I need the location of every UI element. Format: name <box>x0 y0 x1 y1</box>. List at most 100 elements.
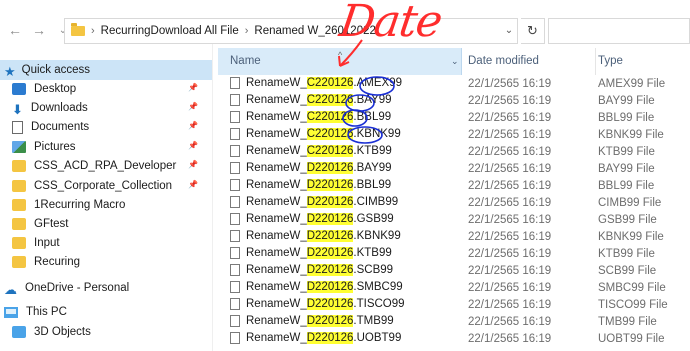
file-name-prefix: RenameW_ <box>246 162 307 174</box>
column-header-date-modified[interactable]: Date modified <box>468 48 596 75</box>
file-date-modified: 22/1/2565 16:19 <box>468 197 552 209</box>
column-header-type[interactable]: Type <box>598 48 690 75</box>
file-type: BAY99 File <box>598 95 655 107</box>
file-type: AMEX99 File <box>598 78 666 90</box>
file-name-date-highlight: D220126 <box>306 162 354 174</box>
address-dropdown-icon[interactable]: ⌄ <box>500 20 518 42</box>
file-type: KTB99 File <box>598 248 655 260</box>
file-name-date-highlight: D220126 <box>306 179 354 191</box>
sidebar-item-css-acd-rpa-developer[interactable]: CSS_ACD_RPA_Developer 📌 <box>0 156 212 176</box>
file-name[interactable]: RenameW_ D220126 .BBL99 <box>230 179 391 191</box>
file-name-extension: .KBNK99 <box>353 230 401 242</box>
file-name-prefix: RenameW_ <box>246 128 307 140</box>
document-icon <box>12 120 23 134</box>
back-arrow-icon[interactable]: ← <box>6 22 24 38</box>
sidebar-item-this-pc[interactable]: This PC <box>0 302 212 322</box>
sidebar-item-css-corporate-collection[interactable]: CSS_Corporate_Collection 📌 <box>0 176 212 196</box>
file-name[interactable]: RenameW_ D220126 .KBNK99 <box>230 230 401 242</box>
file-type: SCB99 File <box>598 265 657 277</box>
file-icon <box>230 315 240 327</box>
file-name-prefix: RenameW_ <box>246 281 307 293</box>
file-name[interactable]: RenameW_ D220126 .SCB99 <box>230 264 393 276</box>
file-name-extension: .KTB99 <box>353 247 392 259</box>
file-name[interactable]: RenameW_ D220126 .TISCO99 <box>230 298 405 310</box>
file-name-extension: .AMEX99 <box>353 77 402 89</box>
file-name[interactable]: RenameW_ D220126 .BAY99 <box>230 162 392 174</box>
sidebar-item-recuring[interactable]: Recuring <box>0 252 212 272</box>
column-header-name[interactable]: ^ Name ⌄ <box>218 48 462 75</box>
3d-objects-icon <box>12 326 26 338</box>
sidebar-item-label: CSS_ACD_RPA_Developer <box>34 160 177 172</box>
folder-icon <box>12 256 26 268</box>
search-input[interactable] <box>548 18 690 44</box>
breadcrumb-item-recurringdownload[interactable]: RecurringDownload All File <box>101 25 239 37</box>
file-name-date-highlight: D220126 <box>306 298 354 310</box>
file-type: UOBT99 File <box>598 333 665 345</box>
file-name-date-highlight: C220126 <box>306 145 354 157</box>
sidebar-item-documents[interactable]: Documents 📌 <box>0 117 212 137</box>
file-date-modified: 22/1/2565 16:19 <box>468 78 552 90</box>
file-type: BBL99 File <box>598 180 655 192</box>
file-icon <box>230 145 240 157</box>
sidebar-item-label: Pictures <box>34 141 76 153</box>
file-name-extension: .BBL99 <box>353 111 392 123</box>
file-name[interactable]: RenameW_ D220126 .CIMB99 <box>230 196 398 208</box>
file-date-modified: 22/1/2565 16:19 <box>468 146 552 158</box>
file-row[interactable]: RenameW_ D220126 .UOBT99 22/1/2565 16:19 UOB… <box>218 330 690 349</box>
file-type: GSB99 File <box>598 214 657 226</box>
forward-arrow-icon[interactable]: → <box>30 22 48 38</box>
chevron-right-icon[interactable]: › <box>245 25 249 37</box>
sidebar-item-1recurring-macro[interactable]: 1Recurring Macro <box>0 195 212 215</box>
file-name-date-highlight: C220126 <box>306 111 354 123</box>
sidebar-item-label: This PC <box>26 306 67 318</box>
file-name-extension: .BAY99 <box>353 94 392 106</box>
sidebar-item-downloads[interactable]: ⬇ Downloads 📌 <box>0 98 212 118</box>
pin-icon[interactable]: 📌 <box>188 102 198 111</box>
file-name[interactable]: RenameW_ D220126 .KTB99 <box>230 247 392 259</box>
file-date-modified: 22/1/2565 16:19 <box>468 129 552 141</box>
pin-icon[interactable]: 📌 <box>188 141 198 150</box>
pin-icon[interactable]: 📌 <box>188 121 198 130</box>
folder-icon <box>12 199 26 211</box>
refresh-button[interactable]: ↻ <box>521 18 545 44</box>
file-name[interactable]: RenameW_ D220126 .UOBT99 <box>230 332 401 344</box>
file-name[interactable]: RenameW_ D220126 .SMBC99 <box>230 281 403 293</box>
file-name-prefix: RenameW_ <box>246 145 307 157</box>
pin-icon[interactable]: 📌 <box>188 180 198 189</box>
sidebar-item-label: OneDrive - Personal <box>25 282 130 294</box>
file-icon <box>230 298 240 310</box>
breadcrumb[interactable]: › RecurringDownload All File › Renamed W… <box>64 18 518 44</box>
pane-divider[interactable] <box>212 44 213 351</box>
file-name[interactable]: RenameW_ D220126 .TMB99 <box>230 315 394 327</box>
file-name[interactable]: RenameW_ C220126 .KTB99 <box>230 145 392 157</box>
sidebar-item-3d-objects[interactable]: 3D Objects <box>0 322 212 342</box>
sidebar-item-input[interactable]: Input <box>0 233 212 253</box>
cloud-icon: ☁ <box>4 282 17 297</box>
sidebar-item-gftest[interactable]: GFtest <box>0 214 212 234</box>
pin-icon[interactable]: 📌 <box>188 83 198 92</box>
pin-icon[interactable]: 📌 <box>188 160 198 169</box>
sidebar-item-quick-access[interactable]: ★ Quick access <box>0 60 212 80</box>
sidebar-item-pictures[interactable]: Pictures 📌 <box>0 137 212 157</box>
file-name-extension: .TMB99 <box>353 315 394 327</box>
file-name[interactable]: RenameW_ D220126 .GSB99 <box>230 213 394 225</box>
file-name[interactable]: RenameW_ C220126 .BBL99 <box>230 111 391 123</box>
file-date-modified: 22/1/2565 16:19 <box>468 316 552 328</box>
file-type: TMB99 File <box>598 316 657 328</box>
file-name-extension: .BBL99 <box>353 179 392 191</box>
sidebar-item-desktop[interactable]: Desktop 📌 <box>0 79 212 99</box>
file-name[interactable]: RenameW_ C220126 .BAY99 <box>230 94 392 106</box>
file-icon <box>230 281 240 293</box>
picture-icon <box>12 141 26 153</box>
file-name-extension: .UOBT99 <box>353 332 402 344</box>
chevron-down-icon[interactable]: ⌄ <box>451 48 459 75</box>
file-icon <box>230 213 240 225</box>
folder-icon <box>12 160 26 172</box>
sidebar-item-onedrive-personal[interactable]: ☁ OneDrive - Personal <box>0 278 212 298</box>
file-name[interactable]: RenameW_ C220126 .KBNK99 <box>230 128 401 140</box>
file-name-prefix: RenameW_ <box>246 315 307 327</box>
chevron-right-icon[interactable]: › <box>91 25 95 37</box>
file-name[interactable]: RenameW_ C220126 .AMEX99 <box>230 77 402 89</box>
file-icon <box>230 111 240 123</box>
file-name-prefix: RenameW_ <box>246 179 307 191</box>
